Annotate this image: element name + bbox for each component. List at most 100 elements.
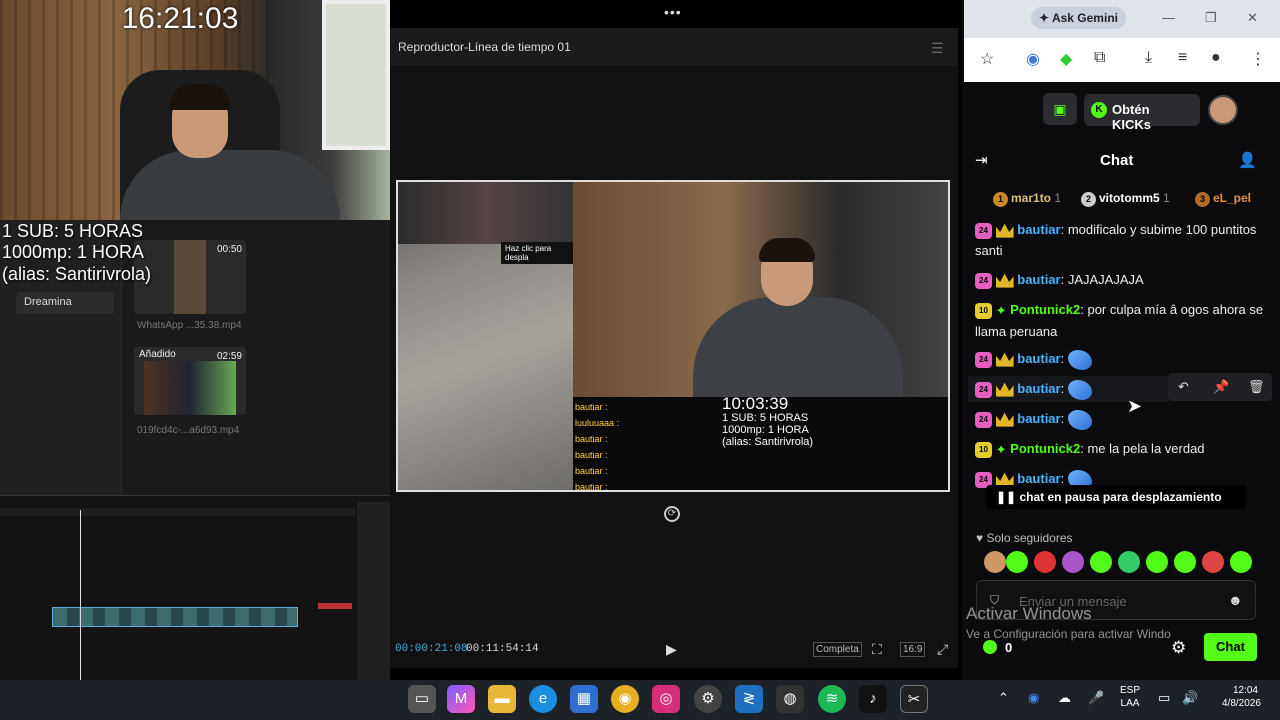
media-item[interactable]: Añadido 02:59 (134, 347, 246, 415)
chat-message[interactable]: 24 bautiar: modificalo y subime 100 punt… (975, 219, 1265, 261)
chat-message[interactable]: 10 ✦ Pontunick2: me la pela la verdad (975, 438, 1265, 460)
chrome-icon[interactable]: ◉ (611, 685, 639, 713)
collapse-chat-icon[interactable]: ⇥ (975, 151, 988, 169)
play-button[interactable]: ▶ (666, 641, 677, 658)
spotify-icon[interactable]: ≋ (818, 685, 846, 713)
store-icon[interactable]: ▦ (570, 685, 598, 713)
loop-icon[interactable]: ⟳ (664, 506, 680, 522)
fullscreen-icon[interactable]: ⤢ (937, 641, 948, 658)
emote-icon (1067, 409, 1092, 430)
kebab-menu-icon[interactable]: ⋮ (1250, 49, 1266, 69)
streamer-hoodie (120, 150, 340, 220)
capcut-icon[interactable]: ✂ (900, 685, 928, 713)
leaderboard-item[interactable]: 2 vitotomm5 1 (1081, 191, 1170, 207)
restore-icon[interactable]: ❐ (1205, 10, 1217, 26)
clock-date: 4/8/2026 (1222, 698, 1261, 709)
leaderboard-item[interactable]: 1 mar1to 1 (993, 191, 1061, 207)
emote-icon[interactable] (1034, 551, 1056, 573)
download-icon[interactable]: ⤓ (1145, 49, 1152, 67)
chat-message[interactable]: 24 bautiar: JAJAJAJAJA (975, 269, 1265, 290)
pin-icon[interactable]: 📌 (1213, 379, 1229, 395)
streamer-cam (573, 182, 948, 397)
volume-icon[interactable]: 🔊 (1182, 690, 1198, 706)
avatar[interactable] (1208, 95, 1238, 125)
username[interactable]: Pontunick2 (1010, 302, 1080, 317)
edge-icon[interactable]: e (529, 685, 557, 713)
chat-message[interactable]: 10 ✦ Pontunick2: por culpa mía â ogos ah… (975, 299, 1265, 342)
emoji-icon[interactable]: ☻ (1228, 592, 1243, 608)
task-view-icon[interactable]: ▭ (408, 685, 436, 713)
reply-icon[interactable]: ↶ (1178, 379, 1189, 395)
tray-app-icon[interactable]: ◉ (1028, 690, 1039, 706)
vscode-icon[interactable]: ≷ (735, 685, 763, 713)
media-icon[interactable]: ≡ (1178, 49, 1187, 67)
stream-clock: 16:21:03 (121, 2, 239, 35)
emote-icon[interactable] (1006, 551, 1028, 573)
more-options-icon[interactable]: ••• (664, 4, 682, 20)
system-clock[interactable]: 12:04 4/8/2026 (1222, 684, 1261, 710)
extension-icon[interactable]: ◉ (1026, 49, 1040, 69)
extension-icon[interactable]: ◆ (1060, 49, 1072, 69)
send-chat-button[interactable]: Chat (1204, 633, 1257, 661)
username[interactable]: bautiar (1017, 471, 1060, 486)
username[interactable]: bautiar (1017, 222, 1060, 237)
crown-icon (995, 352, 1014, 367)
emote-icon[interactable] (1118, 551, 1140, 573)
emote-icon[interactable] (1202, 551, 1224, 573)
obs-icon[interactable]: ◍ (776, 685, 804, 713)
leader-count: 1 (1163, 191, 1170, 205)
sidebar-item-dreamina[interactable]: Dreamina (16, 292, 114, 314)
fit-screen-icon[interactable]: ⛶ (872, 641, 882, 658)
quality-button[interactable]: Completa (813, 642, 862, 657)
extensions-icon[interactable]: ⧉ (1094, 49, 1105, 67)
playhead[interactable] (80, 510, 81, 690)
bookmark-star-icon[interactable]: ☆ (980, 49, 994, 69)
app-icon[interactable]: ⚙ (694, 685, 722, 713)
timeline-panel[interactable] (0, 495, 390, 710)
emote-icon[interactable] (1146, 551, 1168, 573)
emote-icon[interactable] (1090, 551, 1112, 573)
sub-badge: 24 (975, 411, 992, 428)
tray-chevron-icon[interactable]: ⌃ (998, 690, 1009, 706)
emote-icon[interactable] (1062, 551, 1084, 573)
m365-icon[interactable]: M (447, 685, 475, 713)
file-explorer-icon[interactable]: ▬ (488, 685, 516, 713)
chat-message[interactable]: 24 bautiar: (975, 348, 1265, 370)
close-icon[interactable]: ✕ (1247, 10, 1258, 26)
username[interactable]: bautiar (1017, 351, 1060, 366)
username[interactable]: bautiar (1017, 381, 1060, 396)
timeline-ruler[interactable] (0, 508, 355, 516)
emote-icon[interactable] (1174, 551, 1196, 573)
tray-cloud-icon[interactable]: ☁ (1058, 690, 1071, 706)
emote-icon[interactable] (984, 551, 1006, 573)
minimize-icon[interactable]: — (1162, 10, 1175, 25)
mini-chat-line: bautiar : (575, 402, 608, 412)
leaderboard-item[interactable]: 3 eL_pel (1195, 191, 1251, 207)
username[interactable]: bautiar (1017, 272, 1060, 287)
language-indicator[interactable]: ESP LAA (1120, 684, 1140, 710)
delete-icon[interactable]: 🗑 (1248, 379, 1265, 395)
ask-gemini-button[interactable]: ✦ Ask Gemini (1031, 7, 1126, 29)
emote-icon[interactable] (1230, 551, 1252, 573)
mini-chat-line: luuluuaaa : (575, 418, 620, 428)
chat-paused-banner[interactable]: ❚❚ chat en pausa para desplazamiento (986, 485, 1246, 509)
current-timecode: 00:00:21:08 (395, 643, 468, 655)
star-icon: ✦ (995, 303, 1007, 319)
overlay-line: 1000mp: 1 HORA (722, 424, 809, 436)
menu-icon[interactable]: ☰ (931, 40, 944, 57)
chat-message[interactable]: 24 bautiar: (975, 408, 1265, 430)
username[interactable]: bautiar (1017, 411, 1060, 426)
tiktok-icon[interactable]: ♪ (859, 685, 887, 713)
microphone-icon[interactable]: 🎤 (1088, 690, 1104, 706)
username[interactable]: Pontunick2 (1010, 441, 1080, 456)
instagram-icon[interactable]: ◎ (652, 685, 680, 713)
video-clip[interactable] (52, 607, 298, 627)
gift-icon[interactable]: ▣ (1043, 93, 1077, 125)
profile-icon[interactable]: ● (1211, 49, 1221, 67)
ratio-button[interactable]: 16:9 (900, 642, 926, 657)
gear-icon[interactable]: ⚙ (1171, 638, 1186, 658)
windows-watermark-title: Activar Windows (966, 604, 1092, 623)
sub-badge: 24 (975, 351, 992, 368)
network-icon[interactable]: ▭ (1158, 690, 1170, 706)
users-icon[interactable]: 👤 (1238, 151, 1257, 169)
